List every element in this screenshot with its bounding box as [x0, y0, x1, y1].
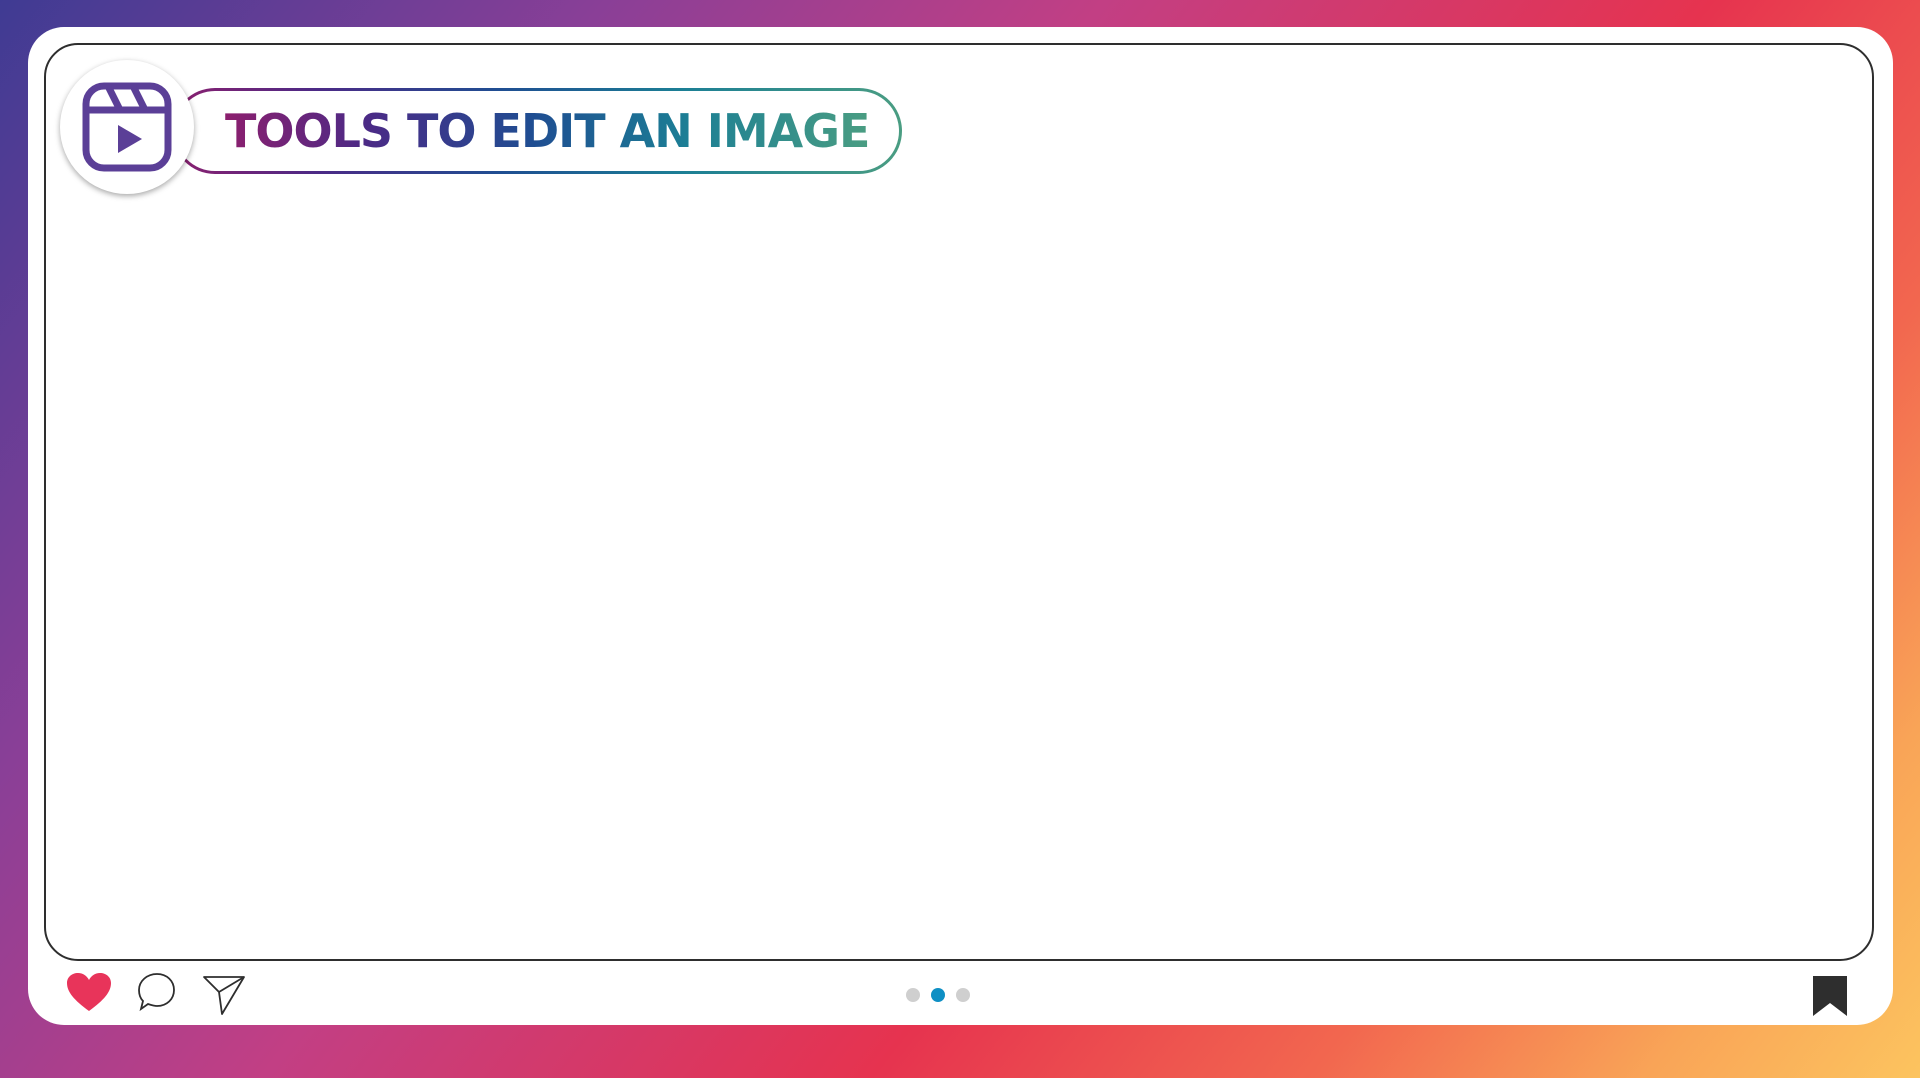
- heart-icon[interactable]: [66, 972, 112, 1012]
- carousel-dot-active[interactable]: [931, 988, 945, 1002]
- send-icon[interactable]: [202, 974, 246, 1016]
- media-frame: [44, 43, 1874, 961]
- reels-badge: [60, 60, 194, 194]
- comment-icon[interactable]: [137, 972, 177, 1012]
- carousel-dot[interactable]: [906, 988, 920, 1002]
- carousel-indicator: [906, 988, 970, 1002]
- bookmark-icon[interactable]: [1812, 975, 1848, 1017]
- reels-icon: [82, 82, 172, 172]
- title-banner: TOOLS TO EDIT AN IMAGE: [172, 88, 902, 174]
- page-title: TOOLS TO EDIT AN IMAGE: [225, 104, 870, 158]
- carousel-dot[interactable]: [956, 988, 970, 1002]
